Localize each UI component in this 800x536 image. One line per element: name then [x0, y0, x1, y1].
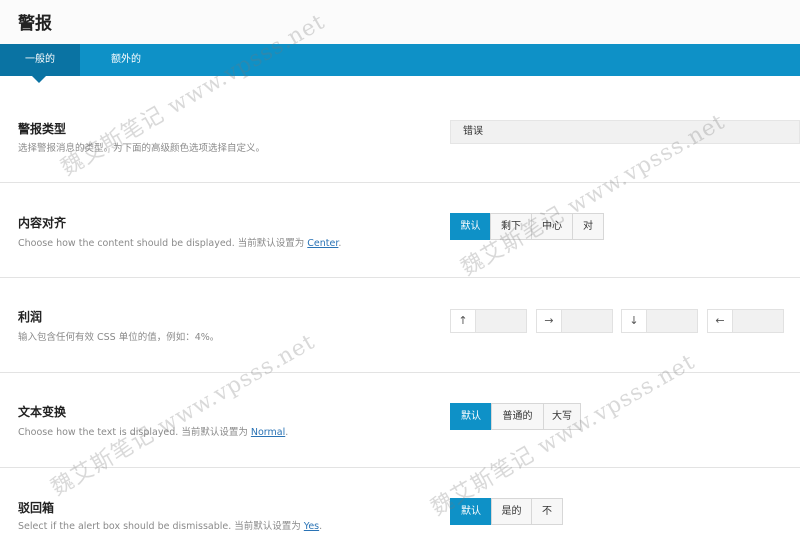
align-right-button[interactable]: 对 — [572, 213, 604, 240]
dismissable-section: 驳回箱 Select if the alert box should be di… — [0, 468, 800, 536]
margin-right-field: → — [536, 309, 613, 333]
content-align-label: 内容对齐 — [18, 216, 67, 230]
text-transform-desc-text: Choose how the text is displayed. 当前默认设置… — [18, 427, 251, 438]
dismissable-description: Select if the alert box should be dismis… — [18, 518, 322, 532]
tab-bar: 一般的 额外的 — [0, 44, 800, 83]
tab-general[interactable]: 一般的 — [0, 44, 80, 83]
margin-left-input[interactable] — [733, 310, 783, 332]
dismissable-label: 驳回箱 — [18, 501, 55, 515]
alert-type-description: 选择警报消息的类型。为下面的高级颜色选项选择自定义。 — [18, 143, 266, 154]
arrow-right-icon: → — [537, 310, 562, 332]
content-align-desc-end: . — [338, 238, 342, 249]
align-left-button[interactable]: 剩下 — [490, 213, 532, 240]
text-transform-section: 文本变换 Choose how the text is displayed. 当… — [0, 373, 800, 468]
content-align-description: Choose how the content should be display… — [18, 235, 341, 249]
content-align-desc-text: Choose how the content should be display… — [18, 238, 308, 249]
dismiss-default-button[interactable]: 默认 — [450, 498, 492, 525]
transform-normal-button[interactable]: 普通的 — [491, 403, 544, 430]
text-transform-label: 文本变换 — [18, 405, 67, 419]
page-header: 警报 — [0, 0, 800, 44]
dismissable-desc-end: . — [319, 521, 323, 532]
dismiss-no-button[interactable]: 不 — [531, 498, 563, 525]
page-title: 警报 — [18, 14, 52, 34]
align-default-button[interactable]: 默认 — [450, 213, 491, 240]
margin-top-field: ↑ — [450, 309, 527, 333]
text-transform-description: Choose how the text is displayed. 当前默认设置… — [18, 424, 288, 438]
margin-top-input[interactable] — [476, 310, 526, 332]
align-center-button[interactable]: 中心 — [531, 213, 573, 240]
text-transform-buttons: 默认 普通的 大写 — [450, 403, 581, 430]
transform-uppercase-button[interactable]: 大写 — [543, 403, 581, 430]
content-align-default-link[interactable]: Center — [307, 238, 338, 249]
content-align-section: 内容对齐 Choose how the content should be di… — [0, 183, 800, 278]
margin-label: 利润 — [18, 310, 43, 324]
text-transform-default-link[interactable]: Normal — [251, 427, 285, 438]
content-align-buttons: 默认 剩下 中心 对 — [450, 213, 604, 240]
dismissable-buttons: 默认 是的 不 — [450, 498, 563, 525]
margin-left-field: ← — [707, 309, 784, 333]
arrow-left-icon: ← — [708, 310, 733, 332]
arrow-up-icon: ↑ — [451, 310, 476, 332]
dismiss-yes-button[interactable]: 是的 — [491, 498, 532, 525]
dismissable-default-link[interactable]: Yes — [304, 521, 319, 532]
margin-description: 输入包含任何有效 CSS 单位的值，例如：4%。 — [18, 332, 220, 343]
text-transform-desc-end: . — [285, 427, 289, 438]
margin-bottom-input[interactable] — [647, 310, 697, 332]
tab-extra[interactable]: 额外的 — [96, 44, 156, 76]
arrow-down-icon: ↓ — [622, 310, 647, 332]
margin-bottom-field: ↓ — [621, 309, 698, 333]
margin-right-input[interactable] — [562, 310, 612, 332]
dismissable-desc-text: Select if the alert box should be dismis… — [18, 521, 304, 532]
transform-default-button[interactable]: 默认 — [450, 403, 492, 430]
alert-type-label: 警报类型 — [18, 122, 67, 136]
alert-type-select[interactable]: 错误 — [450, 120, 800, 144]
